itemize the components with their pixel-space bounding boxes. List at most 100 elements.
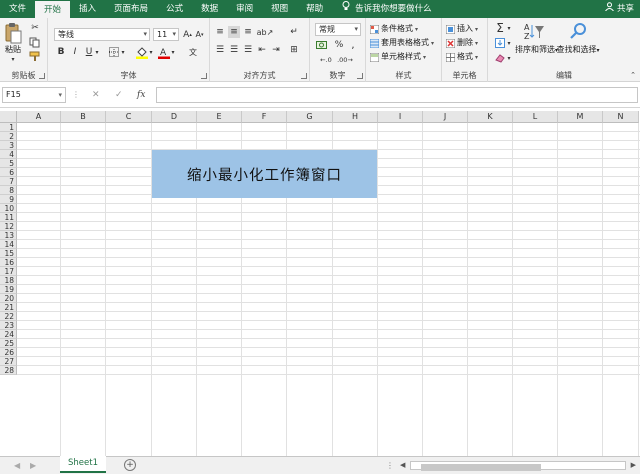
comma-style-icon[interactable]: , [348, 39, 358, 51]
row-header[interactable]: 3 [0, 141, 17, 150]
number-launcher-icon[interactable] [357, 73, 363, 79]
paste-button-label[interactable]: 粘贴 [3, 45, 23, 55]
row-header[interactable]: 22 [0, 312, 17, 321]
autosum-icon[interactable]: Σ [494, 21, 506, 35]
row-header[interactable]: 2 [0, 132, 17, 141]
formula-input[interactable] [156, 87, 638, 103]
orientation-icon[interactable]: ab↗ [257, 26, 274, 38]
tab-split-icon[interactable]: ⋮ [386, 457, 394, 474]
row-header[interactable]: 12 [0, 222, 17, 231]
sheet-tab-sheet1[interactable]: Sheet1 [60, 456, 106, 473]
font-color-dropdown-icon[interactable]: ▾ [170, 46, 176, 58]
increase-font-icon[interactable]: A ▴ [182, 28, 193, 41]
column-header[interactable]: E [197, 111, 242, 123]
align-middle-icon[interactable]: ≡ [228, 26, 240, 38]
column-header[interactable]: L [513, 111, 558, 123]
clipboard-launcher-icon[interactable] [39, 73, 45, 79]
scroll-left-icon[interactable]: ◀ [400, 460, 405, 471]
row-header[interactable]: 23 [0, 321, 17, 330]
format-painter-icon[interactable] [28, 50, 42, 62]
phonetic-icon[interactable]: 文 [186, 46, 200, 58]
row-header[interactable]: 9 [0, 195, 17, 204]
percent-icon[interactable]: % [334, 39, 344, 51]
row-header[interactable]: 8 [0, 186, 17, 195]
name-box[interactable]: F15 ▾ [2, 87, 66, 103]
column-header[interactable]: H [333, 111, 378, 123]
merged-cell-banner[interactable]: 缩小最小化工作簿窗口 [152, 150, 377, 198]
column-header[interactable]: A [17, 111, 61, 123]
row-header[interactable]: 15 [0, 249, 17, 258]
column-header[interactable]: F [242, 111, 287, 123]
sheet-prev-icon[interactable]: ◀ [14, 457, 20, 474]
row-header[interactable]: 11 [0, 213, 17, 222]
insert-cells-button[interactable]: 插入 ▾ [457, 23, 478, 36]
cut-icon[interactable]: ✂ [28, 22, 42, 34]
tab-2[interactable]: 插入 [70, 0, 105, 18]
column-header[interactable]: N [603, 111, 639, 123]
clear-dropdown-icon[interactable]: ▾ [506, 52, 512, 64]
row-header[interactable]: 14 [0, 240, 17, 249]
alignment-launcher-icon[interactable] [301, 73, 307, 79]
fill-icon[interactable] [494, 37, 506, 49]
column-header[interactable]: K [468, 111, 513, 123]
row-header[interactable]: 24 [0, 330, 17, 339]
font-launcher-icon[interactable] [201, 73, 207, 79]
delete-cells-button[interactable]: 删除 ▾ [457, 37, 478, 50]
currency-icon[interactable] [315, 39, 327, 51]
row-header[interactable]: 21 [0, 303, 17, 312]
clear-icon[interactable] [494, 52, 506, 64]
add-sheet-icon[interactable]: + [124, 459, 136, 471]
cell-area[interactable]: 缩小最小化工作簿窗口 [17, 123, 640, 456]
align-top-icon[interactable]: ≡ [214, 26, 226, 38]
border-dropdown-icon[interactable]: ▾ [120, 46, 126, 58]
font-size-dropdown[interactable]: 11 ▾ [153, 28, 179, 41]
column-header[interactable]: C [106, 111, 152, 123]
align-center-icon[interactable]: ☰ [228, 44, 240, 56]
scroll-right-icon[interactable]: ▶ [631, 460, 636, 471]
column-header[interactable]: M [558, 111, 603, 123]
collapse-ribbon-icon[interactable]: ⌃ [628, 70, 638, 80]
sort-filter-button[interactable]: 排序和筛选▾ [515, 45, 558, 56]
column-header[interactable]: J [423, 111, 468, 123]
paste-icon[interactable] [4, 22, 22, 44]
row-header[interactable]: 25 [0, 339, 17, 348]
column-header[interactable]: G [287, 111, 333, 123]
row-header[interactable]: 26 [0, 348, 17, 357]
align-left-icon[interactable]: ☰ [214, 44, 226, 56]
sheet-next-icon[interactable]: ▶ [30, 457, 36, 474]
number-format-dropdown[interactable]: 常规 ▾ [315, 23, 361, 36]
tab-0[interactable]: 文件 [0, 0, 35, 18]
row-header[interactable]: 19 [0, 285, 17, 294]
italic-button[interactable]: I [70, 46, 80, 58]
format-as-table-button[interactable]: 套用表格格式 ▾ [381, 37, 434, 50]
tab-1[interactable]: 开始 [35, 0, 71, 18]
row-header[interactable]: 17 [0, 267, 17, 276]
column-header[interactable]: D [152, 111, 197, 123]
column-header[interactable]: I [378, 111, 423, 123]
scroll-thumb[interactable] [421, 464, 541, 471]
cancel-entry-icon[interactable]: ✕ [92, 87, 100, 103]
font-name-dropdown[interactable]: 等线 ▾ [54, 28, 150, 41]
confirm-entry-icon[interactable]: ✓ [115, 87, 123, 103]
copy-icon[interactable] [28, 36, 42, 48]
format-cells-button[interactable]: 格式 ▾ [457, 51, 478, 64]
row-header[interactable]: 10 [0, 204, 17, 213]
align-bottom-icon[interactable]: ≡ [242, 26, 254, 38]
find-select-icon[interactable] [568, 21, 588, 41]
scroll-track[interactable] [410, 461, 626, 471]
row-header[interactable]: 27 [0, 357, 17, 366]
underline-button[interactable]: U [84, 46, 94, 58]
conditional-format-button[interactable]: 条件格式 ▾ [381, 23, 418, 36]
tab-5[interactable]: 数据 [192, 0, 227, 18]
wrap-text-icon[interactable]: ↵ [288, 26, 300, 38]
find-select-button[interactable]: 查找和选择▾ [556, 45, 600, 56]
row-header[interactable]: 18 [0, 276, 17, 285]
tab-7[interactable]: 视图 [262, 0, 297, 18]
column-header[interactable]: B [61, 111, 106, 123]
row-header[interactable]: 5 [0, 159, 17, 168]
row-header[interactable]: 7 [0, 177, 17, 186]
row-header[interactable]: 20 [0, 294, 17, 303]
row-header[interactable]: 16 [0, 258, 17, 267]
horizontal-scrollbar[interactable]: ◀ ▶ [400, 460, 636, 471]
sort-filter-icon[interactable]: AZ [523, 21, 545, 41]
